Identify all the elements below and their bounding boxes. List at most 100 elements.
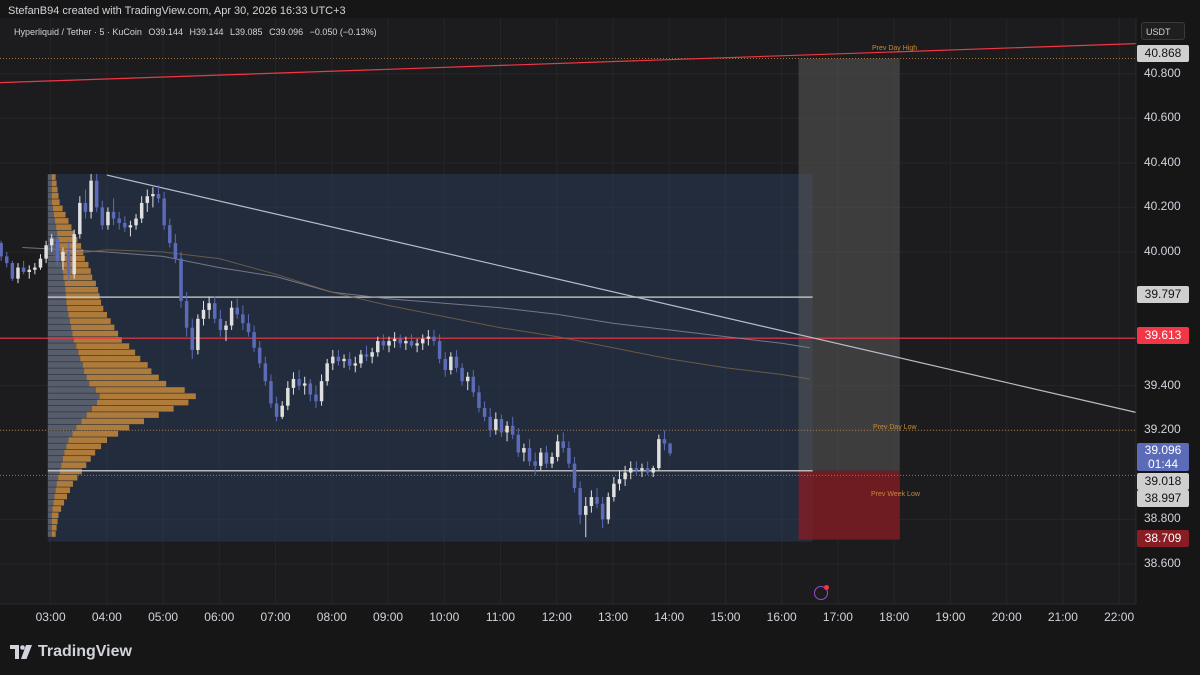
candle-body: [555, 441, 560, 457]
candle-body: [190, 327, 194, 350]
volume-profile-bar-value-area: [47, 174, 52, 180]
candle-body: [325, 363, 329, 382]
candle-body: [123, 222, 127, 228]
volume-profile-bar-value-area: [47, 462, 62, 468]
volume-profile-bar-value-area: [47, 230, 58, 237]
volume-profile-bar: [51, 512, 59, 519]
candle-body: [645, 468, 650, 473]
tradingview-logo[interactable]: TradingView: [10, 643, 132, 661]
candle-body: [27, 269, 31, 273]
candle-body: [162, 198, 166, 226]
volume-profile-bar: [57, 230, 75, 237]
candle-body: [415, 343, 419, 346]
price-chart[interactable]: [0, 0, 1200, 675]
volume-profile-bar-value-area: [47, 286, 66, 293]
volume-profile-bar-value-area: [47, 506, 53, 512]
candle-body: [376, 341, 380, 353]
volume-profile-bar: [66, 443, 102, 450]
price-axis-label: 39.400: [1144, 377, 1181, 392]
volume-profile-bar: [80, 355, 141, 362]
candle-body: [353, 363, 358, 366]
candle-body: [246, 323, 251, 333]
volume-profile-bar-value-area: [47, 305, 68, 312]
candle-body: [634, 468, 639, 471]
volume-profile-bar: [86, 374, 159, 381]
volume-profile-bar-value-area: [47, 330, 73, 337]
price-tag-level-b: 39.613: [1137, 327, 1189, 344]
candle-body: [111, 211, 116, 219]
symbol-legend: Hyperliquid / Tether · 5 · KuCoin O39.14…: [14, 27, 381, 37]
volume-profile-bar-value-area: [47, 437, 69, 443]
brand-name: TradingView: [38, 643, 132, 660]
time-axis-label: 10:00: [429, 610, 460, 624]
candle-body: [224, 325, 228, 330]
volume-profile-bar: [76, 424, 130, 431]
volume-profile-bar: [65, 293, 100, 299]
volume-profile-bar-value-area: [47, 343, 77, 350]
candle-body: [269, 381, 273, 404]
candle-body: [196, 318, 200, 350]
candle-body: [342, 358, 346, 362]
volume-profile-bar-value-area: [47, 261, 63, 268]
candle-body: [381, 341, 386, 346]
candle-body: [218, 318, 223, 330]
price-tag-level-a: 39.797: [1137, 286, 1189, 303]
projection-box: [798, 470, 900, 540]
volume-profile-bar: [61, 462, 87, 468]
candle-body: [370, 352, 374, 357]
volume-profile-bar-value-area: [47, 193, 52, 199]
candle-body: [454, 356, 459, 368]
volume-profile-bar: [65, 286, 99, 293]
volume-profile-bar: [52, 506, 62, 512]
currency-button[interactable]: USDT: [1141, 22, 1185, 40]
time-axis-label: 15:00: [710, 610, 741, 624]
candle-body: [319, 381, 324, 402]
candle-body: [106, 211, 110, 226]
time-axis-label: 19:00: [935, 610, 966, 624]
volume-profile-bar: [51, 524, 57, 531]
price-axis-label: 40.400: [1144, 154, 1181, 169]
volume-profile-bar-value-area: [47, 205, 53, 212]
volume-profile-bar-value-area: [47, 318, 70, 324]
candle-countdown: 01:44: [1147, 457, 1179, 471]
price-axis-label: 40.800: [1144, 65, 1181, 80]
price-axis-label: 38.800: [1144, 511, 1181, 526]
range-box: [47, 173, 813, 542]
candle-body: [274, 403, 279, 417]
candle-body: [280, 405, 284, 417]
candle-body: [488, 416, 492, 431]
candle-body: [16, 267, 20, 279]
candle-body: [527, 448, 532, 462]
time-axis-label: 21:00: [1047, 610, 1078, 624]
time-axis-label: 05:00: [148, 610, 179, 624]
volume-profile-bar: [51, 174, 56, 180]
volume-profile-bar: [51, 193, 59, 199]
time-axis-label: 16:00: [766, 610, 797, 624]
ohlc-high: H39.144: [189, 27, 224, 37]
volume-profile-bar-value-area: [47, 474, 59, 481]
candle-body: [286, 387, 290, 406]
candle-body: [291, 378, 296, 388]
candle-body: [443, 358, 447, 371]
candle-body: [89, 180, 93, 212]
candle-body: [257, 347, 262, 364]
volume-profile-bar: [78, 349, 136, 356]
volume-profile-bar-value-area: [47, 324, 72, 331]
volume-profile-bar-value-area: [47, 280, 65, 287]
credit-text: StefanB94 created with TradingView.com, …: [8, 5, 346, 17]
last-price-tag: 39.096 01:44: [1137, 443, 1189, 471]
ohlc-open: O39.144: [148, 27, 183, 37]
projection-box: [798, 58, 900, 471]
volume-profile-bar-value-area: [47, 387, 96, 393]
volume-profile-bar-value-area: [47, 211, 55, 218]
candle-body: [184, 300, 189, 328]
volume-profile-bar-value-area: [47, 431, 73, 437]
volume-profile-bar: [55, 218, 69, 224]
candle-body: [33, 267, 37, 270]
notification-dot: [824, 585, 829, 590]
symbol-name[interactable]: Hyperliquid / Tether · 5 · KuCoin: [14, 27, 142, 37]
candle-body: [398, 338, 402, 344]
volume-profile-bar: [52, 205, 63, 212]
candle-body: [550, 456, 554, 464]
candle-body: [263, 363, 268, 382]
